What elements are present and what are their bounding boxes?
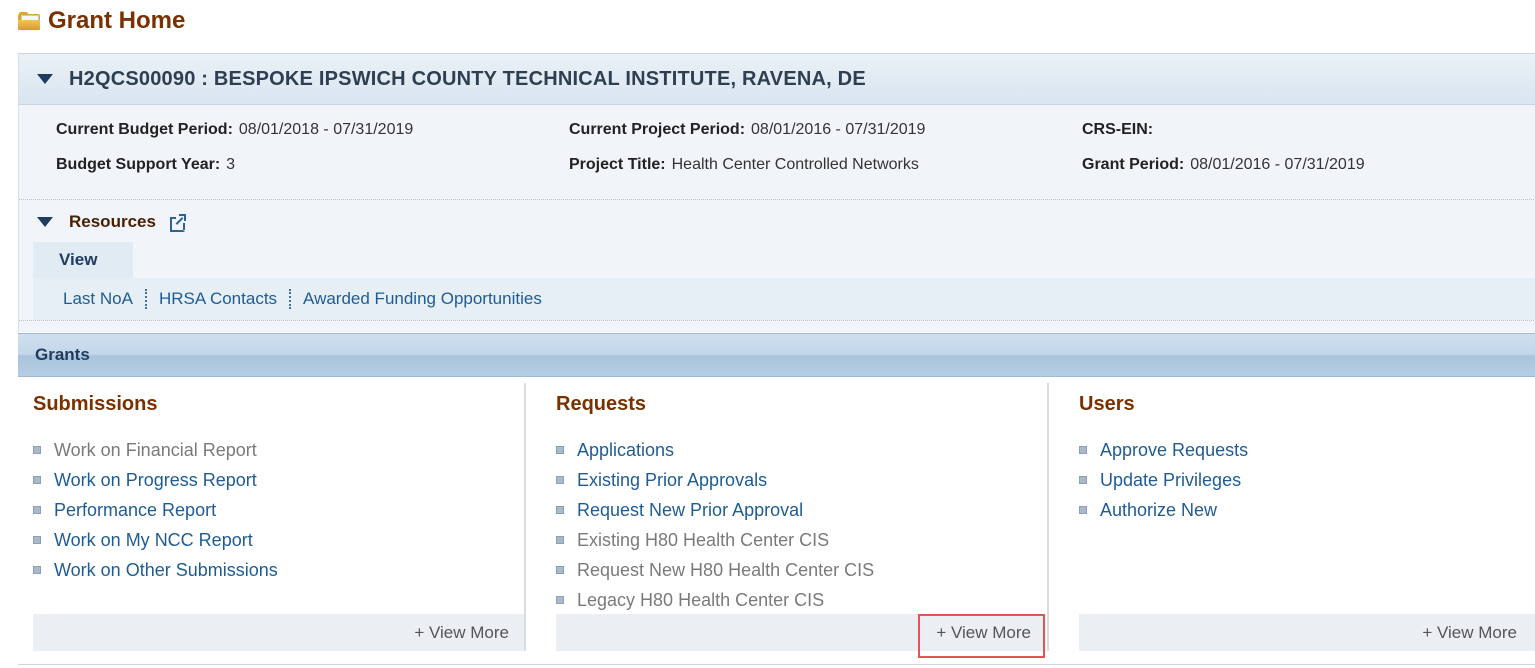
project-title: Project Title: Health Center Controlled N… [569,156,919,173]
list-item[interactable]: Work on Progress Report [33,465,278,495]
bullet-icon [1079,476,1087,484]
bullet-icon [556,506,564,514]
list-item[interactable]: Existing H80 Health Center CIS [556,525,874,555]
list-item[interactable]: Work on Other Submissions [33,555,278,585]
submissions-view-more-bar: + View More [33,614,524,651]
list-item[interactable]: Request New Prior Approval [556,495,874,525]
budget-support-year: Budget Support Year: 3 [56,156,236,173]
list-item[interactable]: Existing Prior Approvals [556,465,874,495]
list-item[interactable]: Approve Requests [1079,435,1248,465]
tab-view[interactable]: View [33,242,133,278]
resources-links: Last NoA HRSA Contacts Awarded Funding O… [33,278,1535,320]
folder-icon [18,12,40,30]
awarded-funding-link[interactable]: Awarded Funding Opportunities [291,289,554,309]
bullet-icon [556,536,564,544]
divider [19,199,1535,200]
list-item[interactable]: Authorize New [1079,495,1248,525]
list-item[interactable]: Update Privileges [1079,465,1248,495]
list-item[interactable]: Work on Financial Report [33,435,278,465]
bullet-icon [1079,506,1087,514]
highlight-box [918,614,1045,658]
bullet-icon [556,446,564,454]
grant-period: Grant Period: 08/01/2016 - 07/31/2019 [1082,156,1365,173]
bullet-icon [33,566,41,574]
grant-panel: H2QCS00090 : BESPOKE IPSWICH COUNTY TECH… [18,53,1535,332]
bullet-icon [556,596,564,604]
grant-title: H2QCS00090 : BESPOKE IPSWICH COUNTY TECH… [69,67,866,90]
submissions-view-more-button[interactable]: + View More [414,623,509,643]
grants-title: Grants [35,345,90,364]
bottom-rule [18,664,1535,665]
requests-title: Requests [556,393,647,415]
submissions-title: Submissions [33,393,158,415]
collapse-triangle-icon[interactable] [37,74,53,84]
bullet-icon [33,506,41,514]
submissions-column: Submissions Work on Financial Report Wor… [33,383,525,651]
bullet-icon [33,536,41,544]
column-divider [524,383,526,651]
grant-info: Current Budget Period: 08/01/2018 - 07/31… [19,105,1535,200]
list-item[interactable]: Work on My NCC Report [33,525,278,555]
bullet-icon [1079,446,1087,454]
users-title: Users [1079,393,1135,415]
bullet-icon [33,476,41,484]
users-view-more-button[interactable]: + View More [1422,623,1517,643]
grant-header[interactable]: H2QCS00090 : BESPOKE IPSWICH COUNTY TECH… [19,54,1535,105]
column-divider [1047,383,1049,651]
external-link-icon[interactable] [169,214,186,232]
requests-list: Applications Existing Prior Approvals Re… [556,435,874,615]
users-column: Users Approve Requests Update Privileges… [1079,383,1535,651]
list-item[interactable]: Applications [556,435,874,465]
users-list: Approve Requests Update Privileges Autho… [1079,435,1248,525]
crs-ein: CRS-EIN: [1082,121,1154,138]
bullet-icon [556,566,564,574]
submissions-list: Work on Financial Report Work on Progres… [33,435,278,585]
hrsa-contacts-link[interactable]: HRSA Contacts [147,289,289,309]
list-item[interactable]: Request New H80 Health Center CIS [556,555,874,585]
bullet-icon [556,476,564,484]
page-header: Grant Home [18,6,185,36]
divider [19,320,1535,321]
bullet-icon [33,446,41,454]
resources-title: Resources [69,212,156,231]
requests-column: Requests Applications Existing Prior App… [556,383,1047,651]
grants-bar: Grants [18,333,1535,377]
resources-header[interactable]: Resources [19,212,186,232]
page-title: Grant Home [48,7,186,34]
collapse-triangle-icon[interactable] [37,217,53,227]
current-project-period: Current Project Period: 08/01/2016 - 07/3… [569,121,926,138]
list-item[interactable]: Legacy H80 Health Center CIS [556,585,874,615]
users-view-more-bar: + View More [1079,614,1535,651]
list-item[interactable]: Performance Report [33,495,278,525]
last-noa-link[interactable]: Last NoA [33,289,145,309]
current-budget-period: Current Budget Period: 08/01/2018 - 07/31… [56,121,414,138]
